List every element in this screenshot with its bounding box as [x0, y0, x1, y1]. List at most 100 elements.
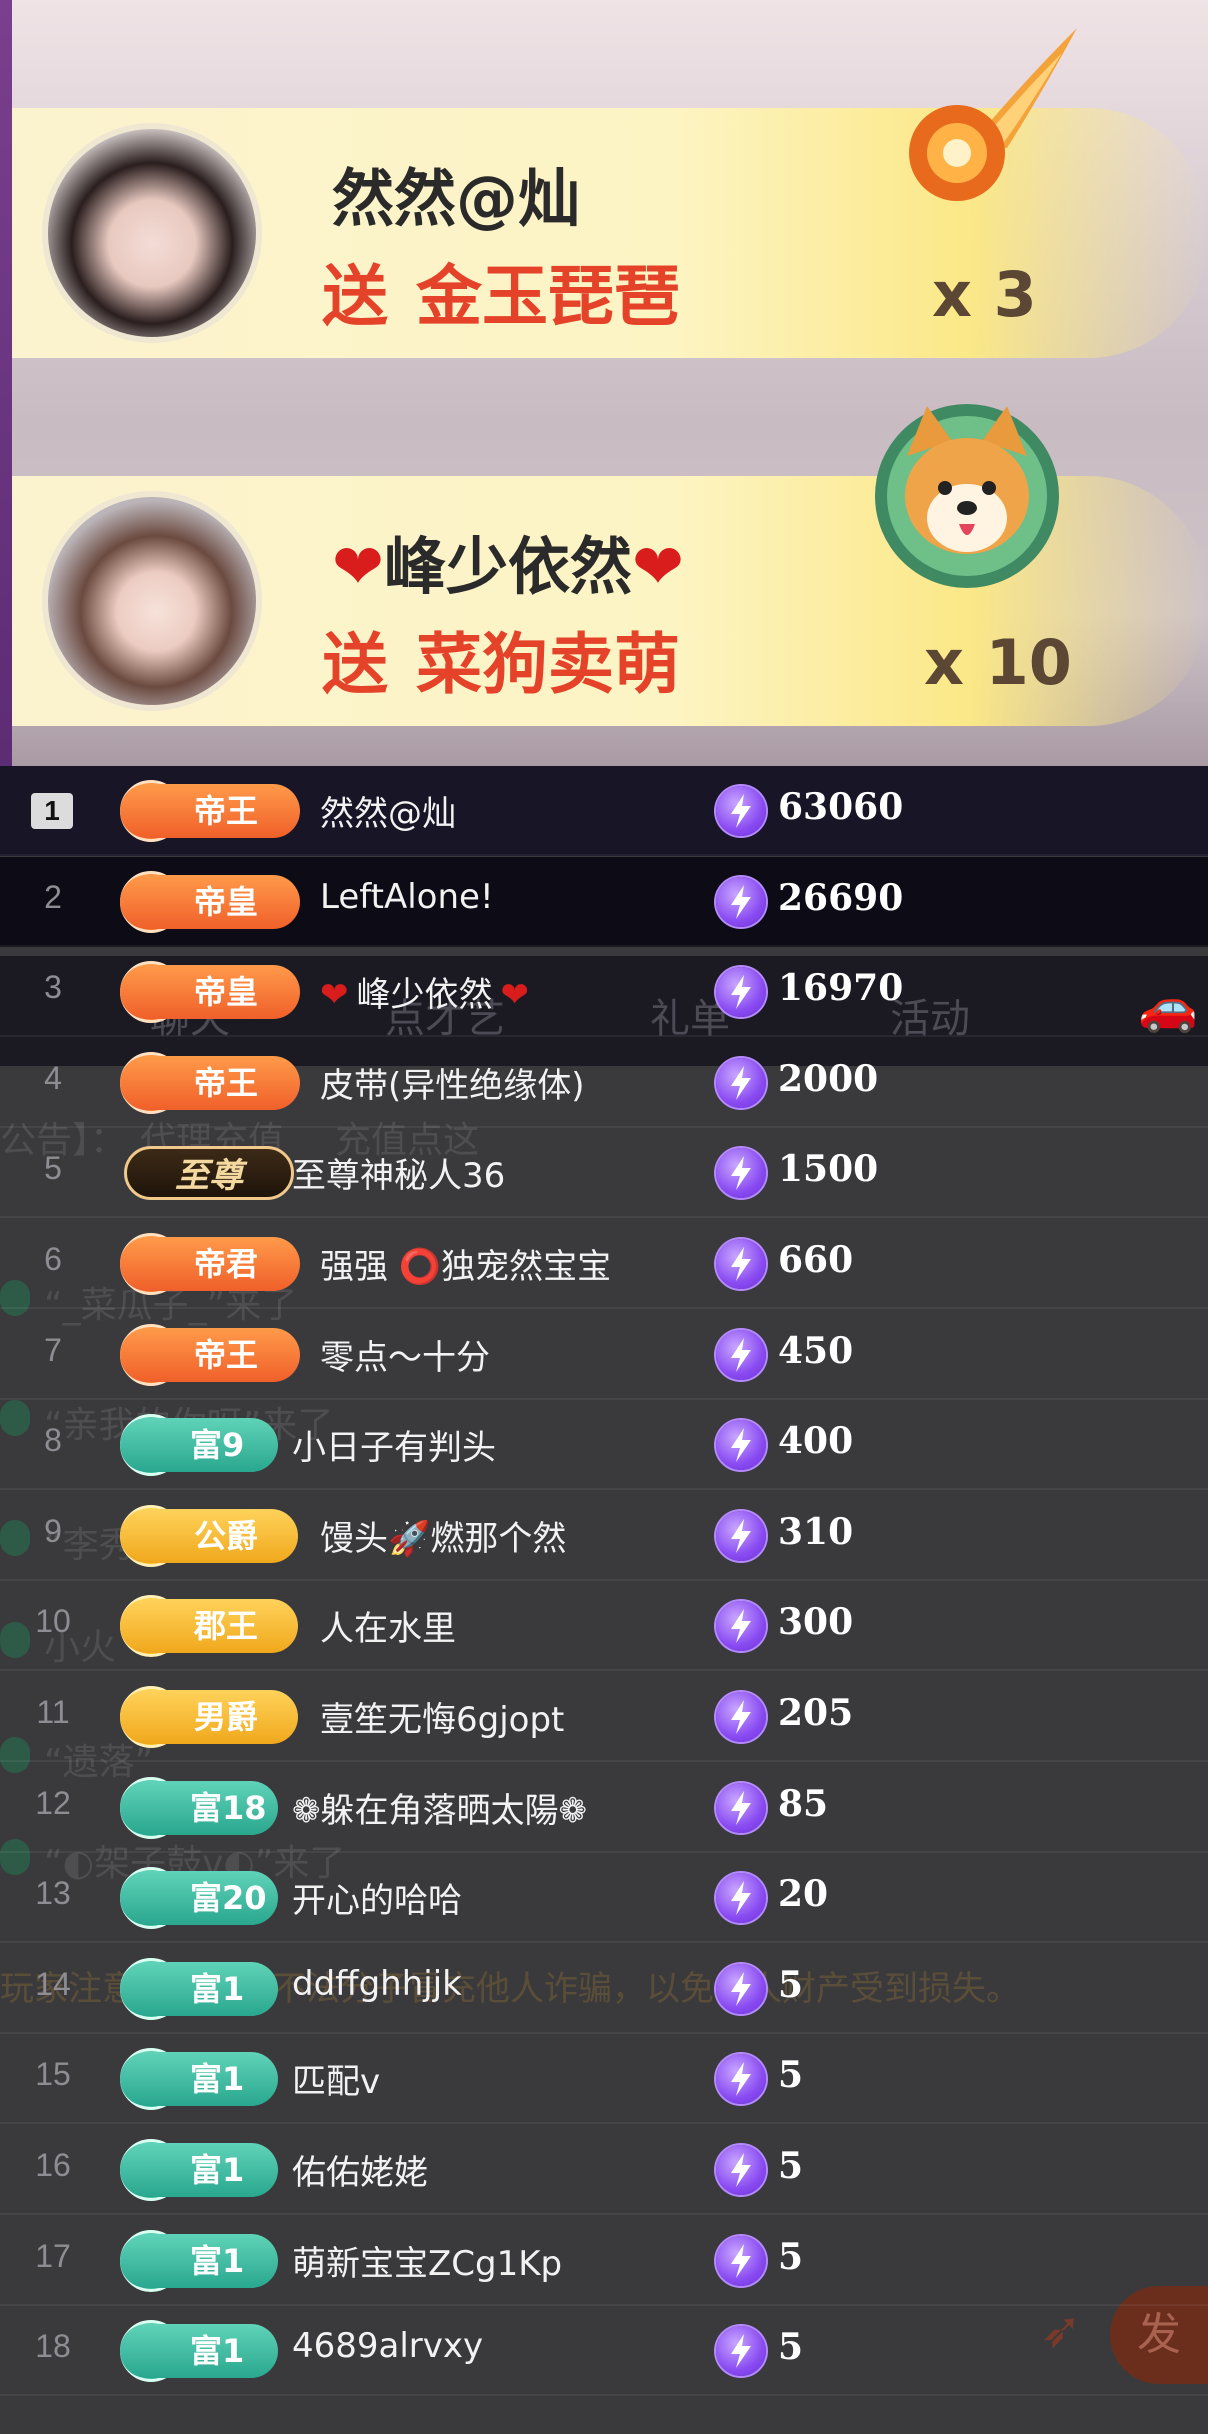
rank-number: 6 [44, 1241, 62, 1277]
contribution-score: 400 [778, 1420, 854, 1463]
avatar[interactable] [42, 491, 262, 711]
leaderboard-row[interactable]: 4 帝王 皮带(异性绝缘体) 2000 [0, 1038, 1208, 1128]
user-name[interactable]: ❤ 峰少依然 ❤ [320, 967, 529, 1016]
banner-user-name: ❤峰少依然❤ [332, 530, 684, 603]
lightning-coin-icon [716, 2326, 766, 2377]
contribution-score: 5 [778, 1963, 804, 2006]
leaderboard-row[interactable]: 13 富20 开心的哈哈 20 [0, 1853, 1208, 1944]
user-name-text: ddffghhjjk [292, 1963, 462, 2004]
contribution-score: 20 [778, 1873, 829, 1916]
leaderboard-row[interactable]: 5 至尊 至尊神秘人36 1500 [0, 1128, 1208, 1219]
rank-number: 18 [35, 2328, 71, 2365]
rank-number: 5 [44, 1150, 62, 1187]
badge-label: 富20 [120, 1871, 278, 1926]
user-name-text: 强强 ⭕独宠然宝宝 [320, 1247, 612, 1287]
leaderboard-row[interactable]: 10 郡王 人在水里 300 [0, 1581, 1208, 1672]
user-name[interactable]: 佑佑姥姥 [292, 2145, 428, 2194]
leaderboard-row[interactable]: 17 富1 萌新宝宝ZCg1Kp 5 [0, 2216, 1208, 2306]
rank-number: 3 [44, 969, 62, 1006]
gift-banner-area: 然然@灿 送金玉琵琶 x 3 ❤峰少依然❤ 送菜狗卖萌 x 10 [0, 0, 1208, 766]
user-name[interactable]: 馒头🚀燃那个然 [320, 1511, 566, 1560]
rank-number: 2 [44, 878, 62, 915]
leaderboard-row[interactable]: 7 帝王 零点～十分 450 [0, 1310, 1208, 1400]
user-name[interactable]: 小日子有判头 [292, 1420, 496, 1469]
user-name-text: 萌新宝宝ZCg1Kp [292, 2243, 563, 2284]
contribution-score: 310 [778, 1510, 854, 1553]
user-name-text: 人在水里 [320, 1609, 456, 1650]
rank-number: 12 [35, 1784, 71, 1821]
badge-label: 帝王 [120, 1327, 300, 1382]
gift-count: x 10 [924, 626, 1072, 699]
contribution-score: 26690 [778, 876, 904, 919]
lightning-coin-icon [716, 1873, 766, 1924]
user-name[interactable]: 至尊神秘人36 [292, 1148, 505, 1197]
banner-user-name: 然然@灿 [332, 162, 581, 235]
user-name-text: 匹配v [292, 2062, 381, 2103]
user-name[interactable]: 零点～十分 [320, 1330, 490, 1379]
leaderboard-row[interactable]: 6 帝君 强强 ⭕独宠然宝宝 660 [0, 1219, 1208, 1309]
lightning-coin-icon [716, 967, 766, 1018]
user-name-text: 馒头🚀燃那个然 [320, 1518, 567, 1559]
lightning-coin-icon [716, 1963, 766, 2014]
rank-number: 10 [35, 1603, 71, 1640]
gift-verb: 送 [322, 258, 388, 335]
badge-label: 帝王 [120, 1055, 300, 1110]
lightning-coin-icon [716, 1601, 766, 1652]
badge-label: 郡王 [120, 1599, 298, 1654]
row-divider [0, 2394, 1208, 2397]
rank-number: 4 [44, 1059, 62, 1096]
user-name[interactable]: 萌新宝宝ZCg1Kp [292, 2236, 562, 2285]
lightning-coin-icon [716, 2145, 766, 2195]
leaderboard-row[interactable]: 2 帝皇 LeftAlone! 26690 [0, 856, 1208, 947]
leaderboard-row[interactable]: 3 帝皇 ❤ 峰少依然 ❤ 16970 [0, 947, 1208, 1038]
badge-label: 帝王 [120, 784, 300, 838]
user-name[interactable]: 强强 ⭕独宠然宝宝 [320, 1239, 611, 1288]
user-name-text: 零点～十分 [320, 1337, 490, 1378]
lightning-coin-icon [716, 1692, 766, 1742]
shiba-dog-gift-icon [867, 396, 1067, 596]
badge-label: 至尊 [124, 1146, 294, 1201]
lightning-coin-icon [716, 1510, 766, 1561]
user-name[interactable]: ❁躲在角落晒太陽❁ [292, 1783, 587, 1832]
gift-banner-1: 然然@灿 送金玉琵琶 x 3 [12, 28, 1208, 358]
gift-name: 菜狗卖萌 [416, 626, 680, 703]
user-name[interactable]: ddffghhjjk [292, 1964, 462, 2004]
user-name[interactable]: 然然@灿 [320, 786, 456, 835]
user-name[interactable]: 人在水里 [320, 1601, 456, 1650]
gift-banner-2: ❤峰少依然❤ 送菜狗卖萌 x 10 [12, 404, 1208, 726]
user-name-text: ❁躲在角落晒太陽❁ [292, 1790, 587, 1831]
leaderboard-row[interactable]: 16 富1 佑佑姥姥 5 [0, 2125, 1208, 2215]
leaderboard-row[interactable]: 1 帝王 然然@灿 63060 [0, 766, 1208, 856]
badge-label: 富9 [120, 1418, 278, 1473]
user-name-text: 壹笙无悔6gjopt [320, 1700, 565, 1740]
badge-label: 富1 [120, 2143, 278, 2197]
user-name[interactable]: 4689alrvxy [292, 2326, 483, 2366]
lightning-coin-icon [716, 1420, 766, 1471]
contribution-score: 300 [778, 1601, 854, 1644]
left-accent-bar [0, 0, 12, 766]
leaderboard-row[interactable]: 9 公爵 馒头🚀燃那个然 310 [0, 1491, 1208, 1581]
leaderboard-row[interactable]: 15 富1 匹配v 5 [0, 2034, 1208, 2125]
leaderboard-row[interactable]: 14 富1 ddffghhjjk 5 [0, 1944, 1208, 2034]
user-name[interactable]: 开心的哈哈 [292, 1873, 462, 1922]
leaderboard-row[interactable]: 8 富9 小日子有判头 400 [0, 1400, 1208, 1491]
contribution-score: 16970 [778, 967, 904, 1010]
user-name[interactable]: 壹笙无悔6gjopt [320, 1692, 564, 1741]
user-name[interactable]: 匹配v [292, 2054, 380, 2103]
lightning-coin-icon [716, 1148, 766, 1199]
gift-verb: 送 [322, 626, 388, 703]
user-name[interactable]: 皮带(异性绝缘体) [320, 1058, 585, 1107]
contribution-score: 205 [778, 1692, 854, 1734]
avatar[interactable] [42, 123, 262, 343]
rank-number: 14 [35, 1965, 71, 2002]
badge-label: 帝君 [120, 1237, 300, 1291]
leaderboard-row[interactable]: 12 富18 ❁躲在角落晒太陽❁ 85 [0, 1763, 1208, 1853]
rank-number: 7 [44, 1331, 62, 1368]
contribution-score: 2000 [778, 1057, 879, 1100]
lightning-coin-icon [716, 786, 766, 836]
heart-icon: ❤ [500, 975, 530, 1016]
leaderboard-row[interactable]: 18 富1 4689alrvxy 5 [0, 2306, 1208, 2397]
user-name[interactable]: LeftAlone! [320, 877, 494, 917]
leaderboard-row[interactable]: 11 男爵 壹笙无悔6gjopt 205 [0, 1672, 1208, 1762]
contribution-score: 63060 [778, 786, 904, 828]
